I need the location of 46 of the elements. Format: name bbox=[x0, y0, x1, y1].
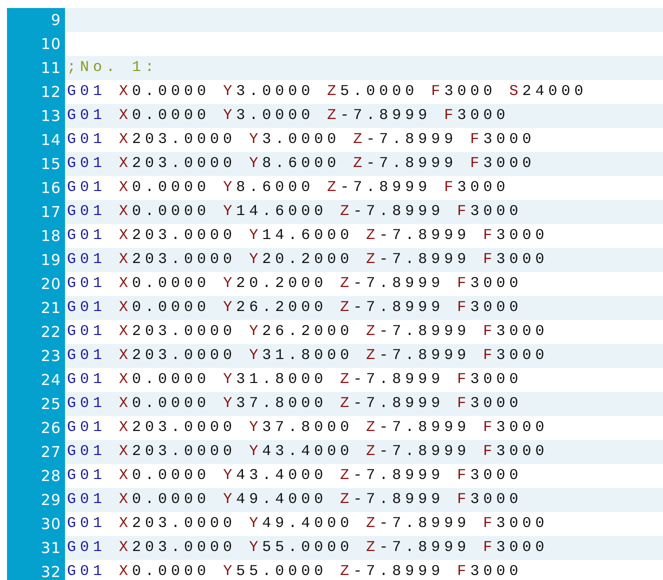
line-number: 20 bbox=[40, 274, 62, 295]
code-line: G01 X 0.0000 Y 8.6000 Z-7.8999 F 3000 bbox=[67, 179, 510, 196]
code-line: G01 X 203.0000 Y 3.0000 Z-7.8999 F 3000 bbox=[67, 131, 536, 148]
line-number: 9 bbox=[50, 10, 62, 31]
line-number: 19 bbox=[40, 250, 62, 271]
code-line: G01 X 0.0000 Y 3.0000 Z-7.8999 F 3000 bbox=[67, 107, 510, 124]
line-number: 10 bbox=[40, 34, 62, 55]
code-line: G01 X 203.0000 Y 14.6000 Z-7.8999 F 3000 bbox=[67, 227, 548, 244]
code-line: G01 X 0.0000 Y 14.6000 Z-7.8999 F 3000 bbox=[67, 203, 522, 220]
code-line: G01 X 203.0000 Y 55.0000 Z-7.8999 F 3000 bbox=[67, 539, 548, 556]
code-line: G01 X 0.0000 Y 55.0000 Z-7.8999 F 3000 bbox=[67, 563, 522, 580]
line-number: 13 bbox=[40, 106, 62, 127]
code-line: G01 X 203.0000 Y 49.4000 Z-7.8999 F 3000 bbox=[67, 515, 548, 532]
line-number: 16 bbox=[40, 178, 62, 199]
line-number: 12 bbox=[40, 82, 62, 103]
line-number: 32 bbox=[40, 562, 62, 580]
line-number: 22 bbox=[40, 322, 62, 343]
line-number: 15 bbox=[40, 154, 62, 175]
code-line: G01 X 0.0000 Y 31.8000 Z-7.8999 F 3000 bbox=[67, 371, 522, 388]
line-number: 26 bbox=[40, 418, 62, 439]
line-number: 30 bbox=[40, 514, 62, 535]
code-line: G01 X 203.0000 Y 26.2000 Z-7.8999 F 3000 bbox=[67, 323, 548, 340]
code-line: G01 X 0.0000 Y 49.4000 Z-7.8999 F 3000 bbox=[67, 491, 522, 508]
line-number: 25 bbox=[40, 394, 62, 415]
code-line: G01 X 0.0000 Y 43.4000 Z-7.8999 F 3000 bbox=[67, 467, 522, 484]
line-number: 28 bbox=[40, 466, 62, 487]
line-number: 31 bbox=[40, 538, 62, 559]
code-line: G01 X 203.0000 Y 43.4000 Z-7.8999 F 3000 bbox=[67, 443, 548, 460]
code-line: G01 X 203.0000 Y 20.2000 Z-7.8999 F 3000 bbox=[67, 251, 548, 268]
line-number: 11 bbox=[40, 58, 62, 79]
line-number: 29 bbox=[40, 490, 62, 511]
code-line: G01 X 0.0000 Y 3.0000 Z 5.0000 F 3000 S 24000 bbox=[67, 83, 588, 100]
code-line: G01 X 0.0000 Y 26.2000 Z-7.8999 F 3000 bbox=[67, 299, 522, 316]
code-line: G01 X 203.0000 Y 37.8000 Z-7.8999 F 3000 bbox=[67, 419, 548, 436]
line-number: 24 bbox=[40, 370, 62, 391]
code-comment: ;No. 1: bbox=[67, 59, 158, 76]
code-line: G01 X 0.0000 Y 37.8000 Z-7.8999 F 3000 bbox=[67, 395, 522, 412]
code-line: G01 X 203.0000 Y 8.6000 Z-7.8999 F 3000 bbox=[67, 155, 536, 172]
line-number: 27 bbox=[40, 442, 62, 463]
line-number: 21 bbox=[40, 298, 62, 319]
code-line: G01 X 0.0000 Y 20.2000 Z-7.8999 F 3000 bbox=[67, 275, 522, 292]
line-number: 18 bbox=[40, 226, 62, 247]
line-number: 17 bbox=[40, 202, 62, 223]
line-number: 23 bbox=[40, 346, 62, 367]
line-number: 14 bbox=[40, 130, 62, 151]
code-line: G01 X 203.0000 Y 31.8000 Z-7.8999 F 3000 bbox=[67, 347, 548, 364]
